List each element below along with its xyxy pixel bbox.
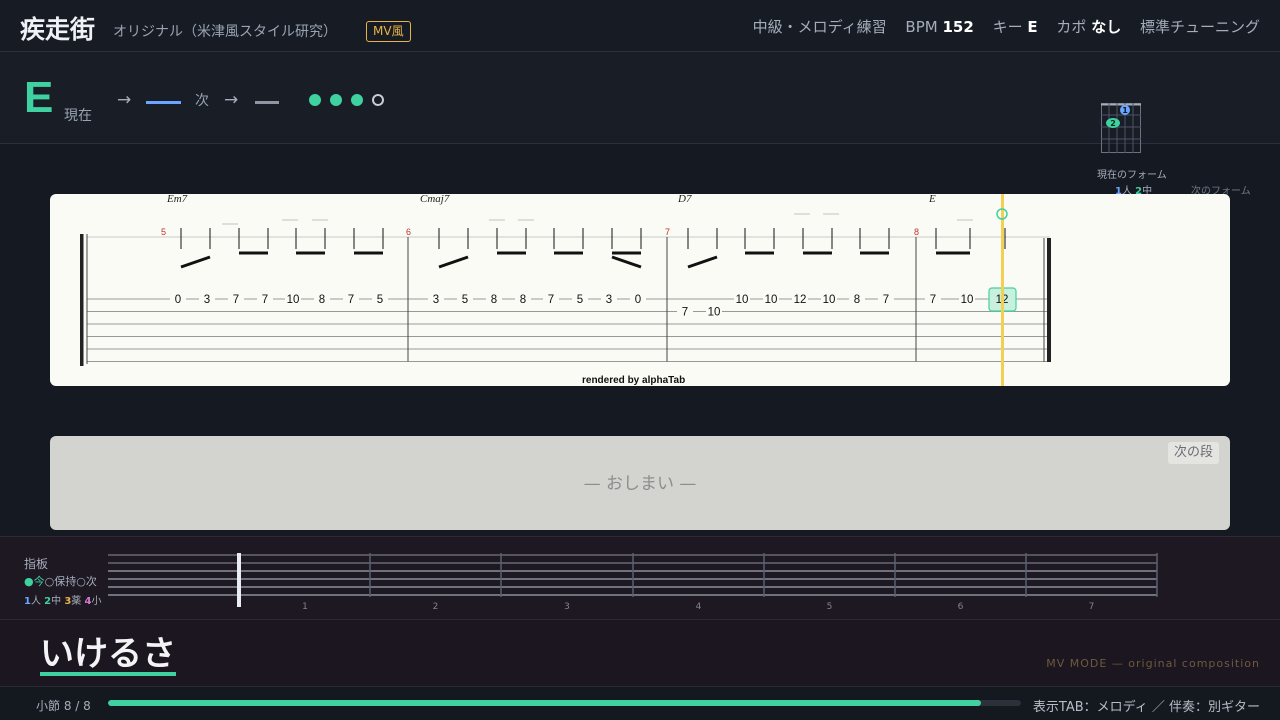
tab-note: 3 bbox=[204, 294, 210, 306]
current-lyric: いけるさ bbox=[40, 634, 176, 676]
tab-note: 5 bbox=[577, 294, 583, 306]
note-beam bbox=[180, 255, 211, 269]
measure-number: 5 bbox=[161, 227, 166, 237]
tab-staff-svg: 5 Em7 0 3 7 7 10 8 7 5 6 Cmaj7 3 5 8 8 7 5 3 0 7 D7 7 10 10 10 12 1… bbox=[80, 194, 1051, 386]
fret-number: 2 bbox=[433, 602, 439, 612]
key-value: E bbox=[1027, 18, 1038, 36]
tab-note: 8 bbox=[491, 294, 497, 306]
display-note: 表示TAB：メロディ ／ 伴奏：別ギター bbox=[1032, 700, 1260, 715]
fretboard-svg: 1 2 3 4 5 6 7 bbox=[108, 553, 1158, 612]
capo-label: カポ bbox=[1056, 18, 1087, 36]
current-chord: E bbox=[24, 73, 54, 122]
next-next-chord-placeholder bbox=[255, 101, 279, 104]
chord-diagram-icon: 1 2 bbox=[1101, 103, 1141, 153]
bpm-value: 152 bbox=[942, 18, 974, 36]
tab-note: 7 bbox=[883, 294, 889, 306]
finger-1-label: 1 bbox=[1122, 106, 1128, 115]
beat-dot bbox=[309, 94, 321, 106]
arrow-right-icon: → bbox=[117, 90, 132, 110]
level-label: 中級・メロディ練習 bbox=[752, 18, 887, 36]
measure-number: 8 bbox=[914, 227, 919, 237]
bpm-label: BPM bbox=[905, 18, 938, 36]
tab-note: 10 bbox=[736, 294, 749, 306]
chord-name: D7 bbox=[677, 194, 692, 205]
playhead-cursor bbox=[1001, 194, 1004, 386]
tab-note: 7 bbox=[930, 294, 936, 306]
measure-number: 6 bbox=[406, 227, 411, 237]
chord-name: Em7 bbox=[166, 194, 188, 205]
tab-note: 0 bbox=[175, 294, 181, 306]
tab-note: 10 bbox=[287, 294, 300, 306]
fret-number: 7 bbox=[1089, 602, 1095, 612]
tab-note: 5 bbox=[462, 294, 468, 306]
next-section-card: — おしまい — 次の段 bbox=[50, 436, 1230, 530]
mv-badge: MV風 bbox=[366, 21, 411, 42]
mv-mode-label: MV MODE — original composition bbox=[1046, 657, 1260, 670]
progress-bar[interactable] bbox=[108, 700, 1021, 706]
beat-dot bbox=[351, 94, 363, 106]
key-info: キー E bbox=[993, 18, 1038, 36]
tab-note: 10 bbox=[708, 307, 721, 319]
current-label: 現在 bbox=[64, 108, 92, 124]
song-subtitle: オリジナル（米津風スタイル研究） bbox=[113, 24, 337, 40]
next-chord-placeholder bbox=[146, 101, 181, 104]
note-beam bbox=[687, 255, 718, 269]
bpm-info: BPM 152 bbox=[905, 18, 973, 36]
fret-number: 4 bbox=[696, 602, 702, 612]
fret-number: 6 bbox=[958, 602, 964, 612]
capo-value: なし bbox=[1091, 18, 1122, 36]
key-label: キー bbox=[992, 18, 1023, 36]
tab-note: 7 bbox=[548, 294, 554, 306]
fret-number: 5 bbox=[827, 602, 833, 612]
end-text: — おしまい — bbox=[583, 474, 697, 494]
tab-note: 7 bbox=[348, 294, 354, 306]
finger-2-label: 2 bbox=[1110, 119, 1116, 128]
start-barline bbox=[80, 234, 84, 366]
measure-number: 7 bbox=[665, 227, 670, 237]
beat-dot bbox=[330, 94, 342, 106]
header-bar: 疾走街 オリジナル（米津風スタイル研究） MV風 中級・メロディ練習 BPM 1… bbox=[0, 0, 1280, 52]
render-credit: rendered by alphaTab bbox=[582, 375, 686, 386]
tuning-label: 標準チューニング bbox=[1139, 18, 1260, 36]
chord-status-panel: E 現在 → 次 → 1 2 現在のフォーム 1人 2中 次のフォーム bbox=[0, 52, 1280, 197]
end-barline bbox=[1047, 238, 1051, 362]
form-current-label: 現在のフォーム bbox=[1097, 170, 1167, 181]
tab-note: 10 bbox=[961, 294, 974, 306]
tab-note: 7 bbox=[233, 294, 239, 306]
progress-fill bbox=[108, 700, 981, 706]
tab-note: 8 bbox=[854, 294, 860, 306]
capo-info: カポ なし bbox=[1056, 18, 1121, 36]
fretboard-panel: 指板 ●今○保持○次 1人 2中 3薬 4小 1234567 bbox=[0, 536, 1280, 620]
measure-counter: 小節 8 / 8 bbox=[36, 699, 91, 713]
note-beam bbox=[611, 255, 642, 269]
song-meta: 中級・メロディ練習 BPM 152 キー E カポ なし 標準チューニング bbox=[739, 16, 1260, 37]
fretboard-nut bbox=[237, 553, 241, 607]
tab-note: 10 bbox=[823, 294, 836, 306]
tab-note: 3 bbox=[606, 294, 612, 306]
tab-note: 5 bbox=[377, 294, 383, 306]
song-title: 疾走街 bbox=[20, 15, 96, 44]
chord-name: Cmaj7 bbox=[420, 194, 450, 205]
tab-note: 12 bbox=[794, 294, 807, 306]
tab-note: 8 bbox=[520, 294, 526, 306]
beat-dot-empty bbox=[372, 94, 384, 106]
tab-note: 8 bbox=[319, 294, 325, 306]
note-beam bbox=[438, 255, 469, 269]
tab-note: 7 bbox=[682, 307, 688, 319]
lyric-panel: いけるさ MV MODE — original composition bbox=[0, 620, 1280, 686]
tab-note: 3 bbox=[433, 294, 439, 306]
footer-bar: 小節 8 / 8 表示TAB：メロディ ／ 伴奏：別ギター bbox=[0, 686, 1280, 720]
chord-name: E bbox=[928, 194, 936, 205]
fret-number: 1 bbox=[302, 602, 308, 612]
tab-notation: 5 Em7 0 3 7 7 10 8 7 5 6 Cmaj7 3 5 8 8 7 5 3 0 7 D7 7 10 10 10 12 1… bbox=[50, 194, 1230, 386]
tab-note: 7 bbox=[262, 294, 268, 306]
arrow-right-icon-2: → bbox=[224, 90, 239, 110]
beat-indicator bbox=[309, 91, 393, 110]
fret-number: 3 bbox=[564, 602, 570, 612]
next-label: 次 bbox=[195, 93, 209, 109]
tab-note: 10 bbox=[765, 294, 778, 306]
next-section-button[interactable]: 次の段 bbox=[1167, 442, 1219, 464]
tab-note: 0 bbox=[635, 294, 641, 306]
